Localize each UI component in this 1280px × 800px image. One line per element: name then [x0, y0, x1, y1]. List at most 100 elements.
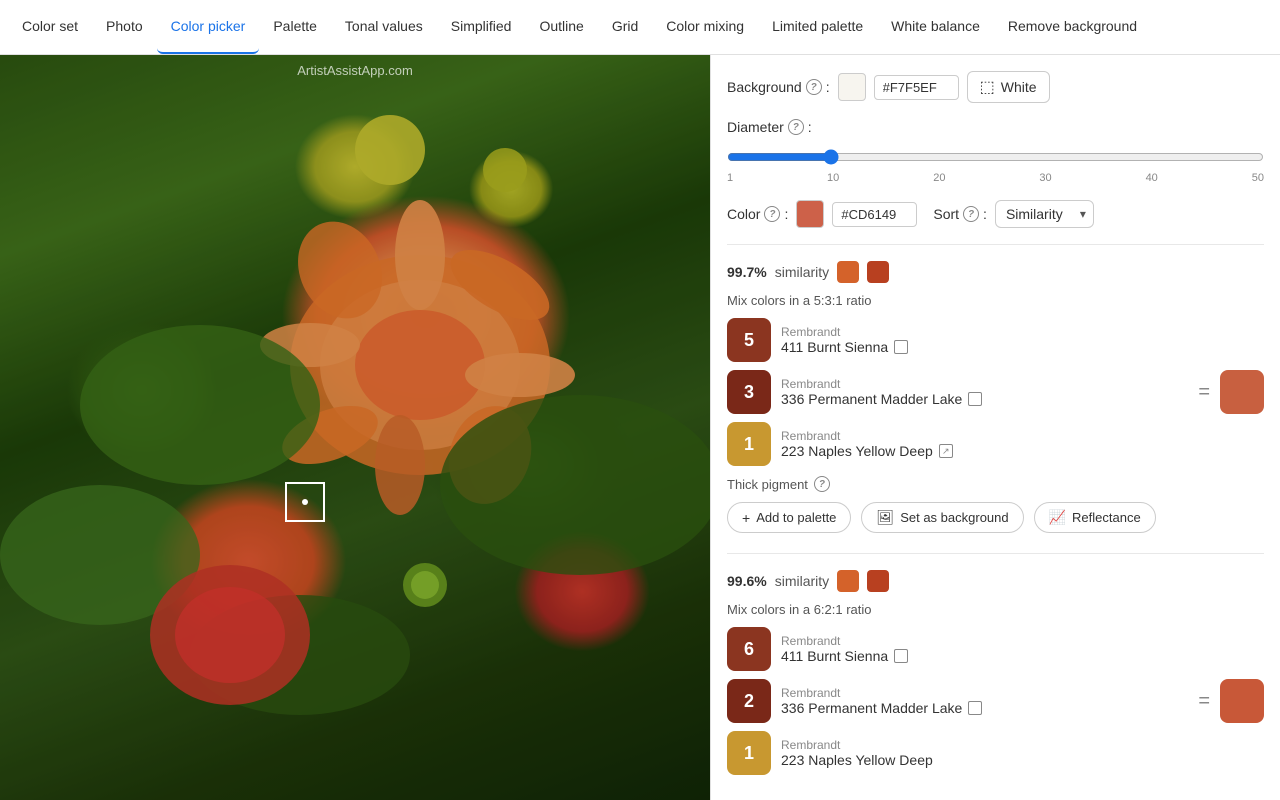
nav-tonal-values[interactable]: Tonal values: [331, 0, 437, 54]
paint-info-1-3: Rembrandt 223 Naples Yellow Deep ↗: [781, 429, 1264, 459]
diameter-slider[interactable]: [727, 149, 1264, 165]
sort-select[interactable]: Similarity Name Number: [995, 200, 1094, 228]
paint-number-1-1: 5: [727, 318, 771, 362]
background-set-icon: 🖼: [876, 509, 894, 526]
ratio-2-text: Mix colors in a 6:2:1 ratio: [727, 602, 1264, 617]
paint-info-2-3: Rembrandt 223 Naples Yellow Deep: [781, 738, 1264, 768]
similarity-2-label: similarity: [775, 573, 829, 589]
result-swatch-2: [1220, 679, 1264, 723]
paint-info-1-1: Rembrandt 411 Burnt Sienna: [781, 325, 1264, 355]
thick-pigment-label: Thick pigment: [727, 477, 808, 492]
paint-number-2-2: 2: [727, 679, 771, 723]
equals-2: =: [1198, 690, 1210, 713]
plus-icon: +: [742, 510, 750, 526]
right-panel: Background ?: ⬚ White Diameter ?: 1: [710, 55, 1280, 800]
action-buttons-1: + Add to palette 🖼 Set as background 📈 R…: [727, 502, 1264, 533]
similarity-2-swatch2: [867, 570, 889, 592]
paint-row-2-1: 6 Rembrandt 411 Burnt Sienna: [727, 627, 1264, 671]
add-to-palette-button[interactable]: + Add to palette: [727, 502, 851, 533]
paint-row-1-1: 5 Rembrandt 411 Burnt Sienna: [727, 318, 1264, 362]
flower-image[interactable]: [0, 55, 710, 800]
main-content: ArtistAssistApp.com: [0, 55, 1280, 800]
paint-name-2-3: 223 Naples Yellow Deep: [781, 752, 1264, 768]
paint-name-2-2: 336 Permanent Madder Lake: [781, 700, 1188, 716]
checkbox-icon-1-2[interactable]: [968, 392, 982, 406]
similarity-1-label: similarity: [775, 264, 829, 280]
paint-number-2-1: 6: [727, 627, 771, 671]
nav-color-set[interactable]: Color set: [8, 0, 92, 54]
divider-2: [727, 553, 1264, 554]
nav-color-picker[interactable]: Color picker: [157, 0, 260, 54]
thick-pigment-help-icon[interactable]: ?: [814, 476, 830, 492]
divider-1: [727, 244, 1264, 245]
similarity-1-swatch1: [837, 261, 859, 283]
similarity-2-pct: 99.6%: [727, 573, 767, 589]
nav-palette[interactable]: Palette: [259, 0, 331, 54]
result-swatch-1: [1220, 370, 1264, 414]
result-1-section: 99.7% similarity Mix colors in a 5:3:1 r…: [727, 261, 1264, 533]
nav-limited-palette[interactable]: Limited palette: [758, 0, 877, 54]
image-panel[interactable]: ArtistAssistApp.com: [0, 55, 710, 800]
color-picker-selection[interactable]: [285, 482, 325, 522]
color-help-icon[interactable]: ?: [764, 206, 780, 222]
diameter-label: Diameter ?:: [727, 119, 812, 135]
similarity-1-header: 99.7% similarity: [727, 261, 1264, 283]
paint-brand-1-1: Rembrandt: [781, 325, 1264, 339]
white-button[interactable]: ⬚ White: [967, 71, 1050, 103]
paint-brand-1-3: Rembrandt: [781, 429, 1264, 443]
background-label: Background ?:: [727, 79, 830, 95]
background-help-icon[interactable]: ?: [806, 79, 822, 95]
color-swatch[interactable]: [796, 200, 824, 228]
color-hex-input[interactable]: [832, 202, 917, 227]
nav-grid[interactable]: Grid: [598, 0, 652, 54]
reflectance-button[interactable]: 📈 Reflectance: [1034, 502, 1156, 533]
paint-row-1-2: 3 Rembrandt 336 Permanent Madder Lake =: [727, 370, 1264, 414]
nav-remove-background[interactable]: Remove background: [994, 0, 1151, 54]
sort-label: Sort ?:: [933, 206, 987, 222]
paint-brand-2-1: Rembrandt: [781, 634, 1264, 648]
paint-number-2-3: 1: [727, 731, 771, 775]
color-row: Color ?: Sort ?: Similarity Name Number …: [727, 200, 1264, 228]
paint-info-2-1: Rembrandt 411 Burnt Sienna: [781, 634, 1264, 664]
equals-1: =: [1198, 381, 1210, 404]
similarity-1-swatch2: [867, 261, 889, 283]
paint-row-2-2: 2 Rembrandt 336 Permanent Madder Lake =: [727, 679, 1264, 723]
color-label: Color ?:: [727, 206, 788, 222]
background-row: Background ?: ⬚ White: [727, 71, 1264, 103]
background-hex-input[interactable]: [874, 75, 959, 100]
paint-name-2-1: 411 Burnt Sienna: [781, 648, 1264, 664]
nav-color-mixing[interactable]: Color mixing: [652, 0, 758, 54]
paint-name-1-3: 223 Naples Yellow Deep ↗: [781, 443, 1264, 459]
paint-number-1-2: 3: [727, 370, 771, 414]
diameter-row: Diameter ?: 1 10 20 30 40 50: [727, 119, 1264, 184]
white-icon: ⬚: [980, 77, 995, 97]
chart-icon: 📈: [1049, 509, 1066, 526]
selection-center-dot: [302, 499, 308, 505]
nav-photo[interactable]: Photo: [92, 0, 157, 54]
paint-name-1-2: 336 Permanent Madder Lake: [781, 391, 1188, 407]
checkbox-icon-1-1[interactable]: [894, 340, 908, 354]
diameter-help-icon[interactable]: ?: [788, 119, 804, 135]
paint-brand-1-2: Rembrandt: [781, 377, 1188, 391]
paint-info-1-2: Rembrandt 336 Permanent Madder Lake: [781, 377, 1188, 407]
set-as-background-button[interactable]: 🖼 Set as background: [861, 502, 1023, 533]
similarity-2-swatch1: [837, 570, 859, 592]
result-2-section: 99.6% similarity Mix colors in a 6:2:1 r…: [727, 570, 1264, 775]
slider-labels: 1 10 20 30 40 50: [727, 172, 1264, 184]
top-navigation: Color set Photo Color picker Palette Ton…: [0, 0, 1280, 55]
nav-outline[interactable]: Outline: [525, 0, 597, 54]
external-icon-1-3[interactable]: ↗: [939, 444, 953, 458]
thick-pigment-row: Thick pigment ?: [727, 476, 1264, 492]
paint-info-2-2: Rembrandt 336 Permanent Madder Lake: [781, 686, 1188, 716]
background-color-swatch[interactable]: [838, 73, 866, 101]
checkbox-icon-2-1[interactable]: [894, 649, 908, 663]
paint-name-1-1: 411 Burnt Sienna: [781, 339, 1264, 355]
similarity-2-header: 99.6% similarity: [727, 570, 1264, 592]
paint-brand-2-2: Rembrandt: [781, 686, 1188, 700]
nav-white-balance[interactable]: White balance: [877, 0, 994, 54]
paint-brand-2-3: Rembrandt: [781, 738, 1264, 752]
sort-help-icon[interactable]: ?: [963, 206, 979, 222]
checkbox-icon-2-2[interactable]: [968, 701, 982, 715]
nav-simplified[interactable]: Simplified: [437, 0, 526, 54]
paint-row-1-3: 1 Rembrandt 223 Naples Yellow Deep ↗: [727, 422, 1264, 466]
